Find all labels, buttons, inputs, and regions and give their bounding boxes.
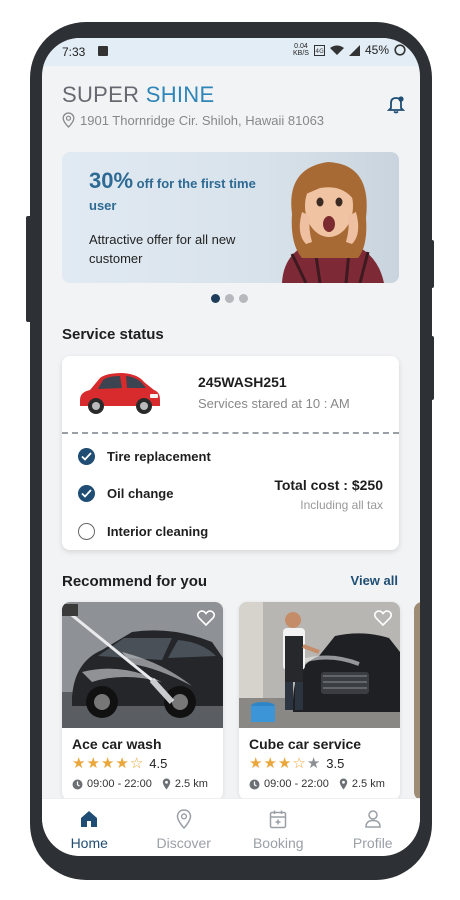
service-status-card[interactable]: 245WASH251 Services stared at 10 : AM Ti… bbox=[62, 356, 399, 550]
service-start-time: Services stared at 10 : AM bbox=[198, 396, 350, 411]
brand-title: SUPER SHINE bbox=[62, 82, 214, 108]
red-car-image bbox=[80, 373, 160, 414]
opening-hours: 09:00 - 22:00 bbox=[87, 778, 152, 790]
view-all-link[interactable]: View all bbox=[351, 573, 398, 588]
nav-item-profile[interactable]: Profile bbox=[326, 799, 421, 856]
nav-item-booking[interactable]: Booking bbox=[231, 799, 326, 856]
task-interior-cleaning[interactable]: Interior cleaning bbox=[78, 523, 208, 540]
clock-icon bbox=[72, 779, 83, 789]
rating-value: 3.5 bbox=[326, 755, 345, 771]
half-star-icon: ☆ bbox=[129, 755, 144, 772]
app-screen: 7:33 0.04 KB/S 4G 45% SUPER SHINE 1901 T… bbox=[42, 38, 420, 856]
promo-banner[interactable]: 30% off for the first time user Attracti… bbox=[62, 152, 399, 283]
image-notification-icon bbox=[98, 46, 108, 56]
dashed-divider bbox=[62, 432, 399, 434]
star-empty-icon: ★ bbox=[306, 755, 321, 772]
excited-woman-image bbox=[282, 162, 384, 283]
battery-percent: 45% bbox=[364, 43, 389, 57]
nav-label: Profile bbox=[352, 835, 393, 851]
favorite-heart-icon[interactable] bbox=[374, 610, 392, 626]
tax-note: Including all tax bbox=[300, 498, 383, 512]
carousel-indicator[interactable] bbox=[211, 294, 248, 303]
total-cost: Total cost : $250 bbox=[274, 477, 383, 493]
star-icon: ★ bbox=[86, 755, 100, 772]
shop-distance: 2.5 km bbox=[174, 778, 208, 790]
power-button bbox=[428, 240, 434, 288]
status-bar: 7:33 0.04 KB/S 4G 45% bbox=[42, 38, 420, 66]
status-time: 7:33 bbox=[62, 45, 86, 59]
promo-subtext: Attractive offer for all new customer bbox=[89, 232, 236, 266]
promo-percent: 30% bbox=[89, 168, 134, 193]
shop-meta: 09:00 - 22:00 2.5 km bbox=[72, 778, 208, 790]
network-speed: 0.04 KB/S bbox=[293, 43, 309, 57]
clock-icon bbox=[249, 779, 260, 789]
wifi-icon bbox=[329, 45, 344, 55]
plate-number: 245WASH251 bbox=[198, 374, 287, 390]
half-star-icon: ☆ bbox=[292, 755, 306, 772]
recommend-title: Recommend for you bbox=[62, 573, 208, 590]
task-label: Interior cleaning bbox=[107, 524, 209, 539]
recommend-card-next-peek[interactable] bbox=[414, 602, 420, 800]
network-speed-unit: KB/S bbox=[293, 50, 309, 57]
check-done-icon bbox=[78, 448, 95, 465]
star-icon: ★ bbox=[249, 755, 263, 772]
nav-item-discover[interactable]: Discover bbox=[137, 799, 232, 856]
shop-name: Cube car service bbox=[249, 736, 362, 752]
nav-label: Booking bbox=[252, 835, 304, 851]
battery-icon bbox=[394, 44, 406, 56]
location-pin-icon bbox=[339, 778, 348, 790]
task-oil-change[interactable]: Oil change bbox=[78, 485, 173, 502]
shop-distance: 2.5 km bbox=[351, 778, 385, 790]
volume-button bbox=[26, 216, 32, 322]
nav-label: Discover bbox=[156, 835, 211, 851]
promo-headline: 30% off for the first time user bbox=[89, 170, 259, 217]
star-icon: ★ bbox=[263, 755, 277, 772]
task-label: Tire replacement bbox=[107, 449, 211, 464]
carousel-dot[interactable] bbox=[225, 294, 234, 303]
task-label: Oil change bbox=[107, 486, 174, 501]
nav-label: Home bbox=[70, 835, 108, 851]
task-tire-replacement[interactable]: Tire replacement bbox=[78, 448, 211, 465]
shop-rating: ★ ★ ★ ★ ☆ 4.5 bbox=[72, 754, 167, 772]
svg-text:4G: 4G bbox=[315, 48, 324, 55]
recommend-card-cube[interactable]: Cube car service ★ ★ ★ ☆ ★ 3.5 09:00 - 2… bbox=[239, 602, 400, 800]
signal-icon bbox=[348, 44, 360, 56]
address-text: 1901 Thornridge Cir. Shiloh, Hawaii 8106… bbox=[80, 112, 325, 128]
location-pin-icon bbox=[162, 778, 171, 790]
location-pin-icon bbox=[62, 112, 75, 128]
shop-meta: 09:00 - 22:00 2.5 km bbox=[249, 778, 385, 790]
brand-part-super: SUPER bbox=[62, 82, 140, 107]
carousel-dot[interactable] bbox=[239, 294, 248, 303]
calendar-icon bbox=[270, 810, 287, 829]
check-done-icon bbox=[78, 485, 95, 502]
brand-part-shine: SHINE bbox=[145, 82, 215, 107]
user-icon bbox=[364, 810, 381, 828]
star-icon: ★ bbox=[277, 755, 292, 772]
address[interactable]: 1901 Thornridge Cir. Shiloh, Hawaii 8106… bbox=[62, 112, 324, 128]
check-empty-icon bbox=[78, 523, 95, 540]
star-icon: ★ bbox=[115, 755, 129, 772]
location-pin-icon bbox=[176, 809, 192, 829]
recommend-card-ace[interactable]: Ace car wash ★ ★ ★ ★ ☆ 4.5 09:00 - 22:00… bbox=[62, 602, 223, 800]
home-icon bbox=[81, 811, 98, 827]
carousel-dot-active[interactable] bbox=[211, 294, 220, 303]
opening-hours: 09:00 - 22:00 bbox=[264, 778, 329, 790]
star-icon: ★ bbox=[100, 755, 115, 772]
star-icon: ★ bbox=[72, 755, 86, 772]
shop-rating: ★ ★ ★ ☆ ★ 3.5 bbox=[249, 754, 344, 772]
nav-item-home[interactable]: Home bbox=[42, 799, 137, 856]
shop-name: Ace car wash bbox=[72, 736, 162, 752]
service-status-title: Service status bbox=[62, 326, 164, 343]
side-button bbox=[428, 336, 434, 400]
favorite-heart-icon[interactable] bbox=[197, 610, 215, 626]
rating-value: 4.5 bbox=[149, 755, 168, 771]
data-saver-icon: 4G bbox=[313, 44, 325, 56]
bottom-nav: Home Discover Booking Profile bbox=[42, 798, 420, 856]
notification-bell-icon[interactable] bbox=[386, 94, 406, 114]
network-speed-value: 0.04 bbox=[294, 43, 308, 50]
